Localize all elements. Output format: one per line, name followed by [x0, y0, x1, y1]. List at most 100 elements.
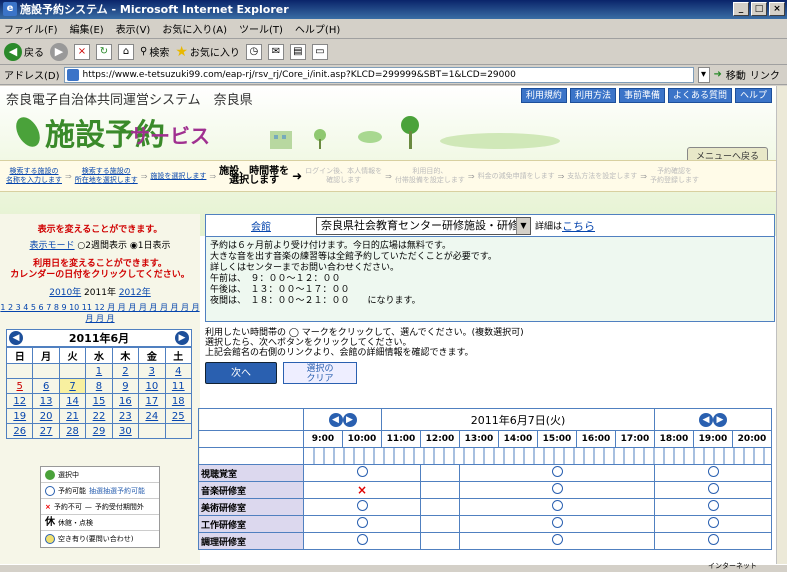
nav-prep-button[interactable]: 事前準備 — [618, 88, 665, 103]
calendar-day[interactable]: 13 — [32, 393, 60, 409]
next-month-button[interactable]: ▶ — [175, 331, 189, 345]
prev-day-button[interactable]: ◀ — [328, 412, 343, 427]
date-note: 利用日を変えることができます。 カレンダーの日付をクリックしてください。 — [10, 259, 190, 280]
slot-available[interactable] — [654, 515, 772, 533]
calendar-day[interactable]: 5 — [5, 378, 34, 394]
step-3-link[interactable]: 施設を選択します — [150, 172, 206, 181]
calendar-day[interactable]: 21 — [58, 408, 87, 424]
print-icon[interactable]: ▤ — [289, 43, 306, 60]
next-week-button[interactable]: ▶ — [713, 412, 727, 427]
prev-month-button[interactable]: ◀ — [9, 331, 23, 345]
back-button[interactable]: ◀ 戻る — [4, 42, 44, 61]
calendar-day[interactable]: 3 — [138, 363, 166, 379]
history-icon[interactable]: ◷ — [245, 43, 262, 60]
calendar-day[interactable]: 19 — [5, 408, 34, 424]
slot-available[interactable] — [459, 481, 655, 499]
nav-faq-button[interactable]: よくある質問 — [667, 88, 732, 103]
calendar-day[interactable]: 25 — [164, 408, 193, 424]
menu-view[interactable]: 表示(V) — [116, 21, 151, 36]
calendar-day[interactable]: 17 — [138, 393, 166, 409]
calendar-day[interactable]: 1 — [85, 363, 113, 379]
calendar-day[interactable]: 11 — [164, 378, 193, 394]
legend: 選択中 予約可能 抽選抽選予約可能 × 予約不可 — 予約受付期間外 休休館・点検 空き… — [40, 466, 160, 548]
calendar-day[interactable]: 8 — [85, 378, 113, 394]
address-dropdown-icon[interactable]: ▾ — [697, 66, 710, 83]
stop-icon[interactable]: × — [74, 43, 90, 60]
calendar-day[interactable]: 24 — [138, 408, 166, 424]
links-button[interactable]: リンク — [750, 67, 780, 82]
radio-1day[interactable]: ◉ — [130, 241, 138, 251]
menu-edit[interactable]: 編集(E) — [70, 21, 104, 36]
menu-favorites[interactable]: お気に入り(A) — [162, 21, 227, 36]
search-button[interactable]: ⚲ 検索 — [140, 44, 169, 59]
detail-link[interactable]: こちら — [562, 218, 595, 234]
next-button[interactable]: 次へ — [205, 362, 277, 384]
calendar-day[interactable]: 18 — [164, 393, 193, 409]
calendar-day[interactable]: 6 — [32, 378, 60, 394]
display-mode-link[interactable]: 表示モード — [30, 241, 75, 251]
vertical-scrollbar[interactable] — [776, 86, 787, 564]
calendar-day[interactable]: 22 — [85, 408, 113, 424]
favorites-button[interactable]: ★ お気に入り — [175, 44, 240, 60]
nav-help-button[interactable]: ヘルプ — [734, 88, 772, 103]
address-input[interactable]: https://www.e-tetsuzuki99.com/eap-rj/rsv… — [63, 66, 694, 83]
go-button[interactable]: 移動 — [726, 67, 746, 82]
calendar-day-selected[interactable]: 7 — [58, 378, 87, 394]
calendar-day[interactable]: 23 — [111, 408, 140, 424]
calendar-day[interactable]: 26 — [5, 423, 34, 439]
calendar-day[interactable]: 14 — [58, 393, 87, 409]
slot-available[interactable] — [459, 532, 655, 550]
facility-label[interactable]: 会館 — [206, 218, 316, 233]
mail-icon[interactable]: ✉ — [267, 43, 284, 60]
slot-available[interactable] — [303, 464, 421, 482]
menu-tools[interactable]: ツール(T) — [239, 21, 283, 36]
calendar-day[interactable]: 16 — [111, 393, 140, 409]
folder-icon[interactable]: ▭ — [311, 43, 328, 60]
month-links[interactable]: 1 2 3 4 5 6 7 8 9 10 11 12 月 月 月 月 月 月 月… — [0, 302, 200, 324]
menu-file[interactable]: ファイル(F) — [4, 21, 58, 36]
facility-select[interactable]: 奈良県社会教育センター研修施設・研修棟 ▼ — [316, 216, 531, 235]
maximize-button[interactable]: □ — [751, 2, 767, 16]
slot-available[interactable] — [459, 498, 655, 516]
calendar-day[interactable]: 30 — [111, 423, 140, 439]
calendar-day[interactable]: 29 — [85, 423, 113, 439]
next-day-button[interactable]: ▶ — [342, 412, 357, 427]
slot-available[interactable] — [654, 464, 772, 482]
clear-selection-button[interactable]: 選択の クリア — [283, 362, 357, 384]
slot-available[interactable] — [459, 515, 655, 533]
time-header: 14:00 — [498, 430, 538, 448]
slot-available[interactable] — [654, 532, 772, 550]
calendar-day[interactable]: 4 — [164, 363, 193, 379]
menu-help[interactable]: ヘルプ(H) — [295, 21, 340, 36]
step-1-link[interactable]: 検索する施設の 名称を入力します — [6, 167, 62, 185]
calendar-day[interactable]: 2 — [111, 363, 140, 379]
refresh-icon[interactable]: ↻ — [96, 43, 112, 60]
calendar-day[interactable]: 10 — [138, 378, 166, 394]
forward-button[interactable]: ▶ — [50, 42, 68, 61]
slot-available[interactable] — [303, 498, 421, 516]
calendar-day[interactable]: 20 — [32, 408, 60, 424]
slot-available[interactable] — [303, 532, 421, 550]
close-button[interactable]: × — [769, 2, 785, 16]
year-2010-link[interactable]: 2010年 — [49, 288, 81, 298]
slot-available[interactable] — [303, 515, 421, 533]
step-7: 料金の減免申請をします — [477, 171, 555, 180]
nav-usage-button[interactable]: 利用方法 — [569, 88, 616, 103]
calendar-day[interactable]: 15 — [85, 393, 113, 409]
nav-terms-button[interactable]: 利用規約 — [520, 88, 567, 103]
year-2012-link[interactable]: 2012年 — [119, 288, 151, 298]
calendar-day[interactable]: 12 — [5, 393, 34, 409]
forward-arrow-icon: ▶ — [50, 42, 68, 61]
step-2-link[interactable]: 検索する施設の 所在地を選択します — [75, 167, 138, 185]
slot-available[interactable] — [654, 481, 772, 499]
go-icon[interactable]: ➜ — [714, 69, 722, 80]
calendar-day[interactable]: 27 — [32, 423, 60, 439]
slot-available[interactable] — [654, 498, 772, 516]
calendar-day[interactable]: 28 — [58, 423, 87, 439]
home-icon[interactable]: ⌂ — [118, 43, 134, 60]
minimize-button[interactable]: _ — [733, 2, 749, 16]
calendar-day[interactable]: 9 — [111, 378, 140, 394]
prev-week-button[interactable]: ◀ — [699, 412, 713, 427]
selected-icon — [45, 469, 55, 480]
slot-available[interactable] — [459, 464, 655, 482]
